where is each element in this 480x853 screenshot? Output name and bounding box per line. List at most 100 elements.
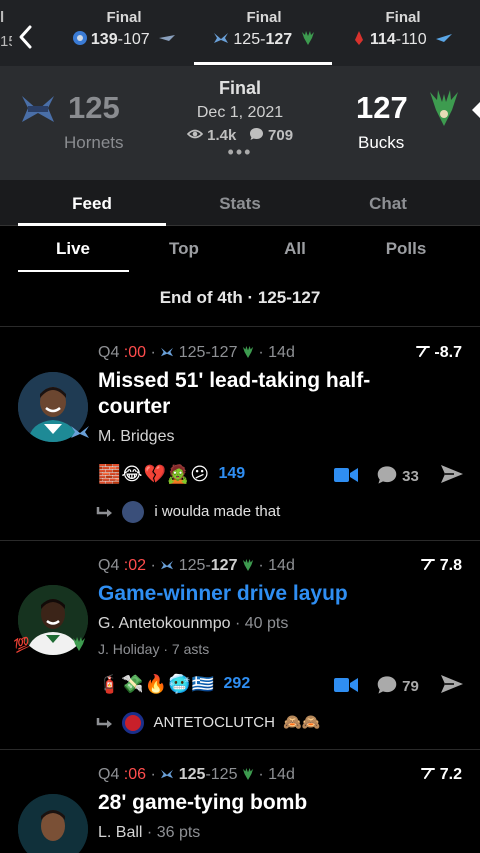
comment-count: 79 (402, 678, 419, 695)
subtab-top[interactable]: Top (129, 239, 239, 259)
game-chip-2[interactable]: Final 125-127 (194, 8, 334, 51)
share-send-icon[interactable] (440, 464, 464, 484)
play-score-a: 125 (178, 766, 206, 783)
games-strip: l 15 Final 139-107 Final 125-127 Final 1… (0, 0, 480, 66)
reply-text: ANTETOCLUTCH (153, 713, 275, 731)
win-prob-arrow-icon (421, 559, 436, 570)
top-reply[interactable]: ANTETOCLUTCH 🙈🙈 (96, 712, 320, 734)
reply-arrow-icon (96, 718, 112, 728)
tab-chat[interactable]: Chat (314, 194, 462, 214)
play-card[interactable]: Q4 :00 · 125-127 · 14d -8.7 Missed 51' l… (0, 344, 480, 538)
active-subtab-indicator (18, 270, 129, 272)
score-winner: 139 (90, 31, 118, 48)
subtab-live[interactable]: Live (18, 239, 128, 259)
play-quarter: Q4 (98, 766, 120, 783)
reactions-row[interactable]: 🧱😂💔🧟😕 149 (98, 462, 245, 486)
reply-text: i woulda made that (154, 502, 281, 520)
play-player[interactable]: L. Ball (98, 824, 142, 841)
top-reply[interactable]: i woulda made that (96, 501, 280, 523)
score-loser: 125 (233, 31, 261, 48)
video-camera-icon[interactable] (334, 467, 358, 483)
comment-count: 709 (268, 127, 294, 144)
more-options-icon[interactable]: ••• (170, 142, 310, 163)
play-context: Q4 :02 · 125-127 · 14d (98, 557, 295, 574)
assist-line[interactable]: J. Holiday · 7 asts (98, 641, 209, 657)
hornets-logo-icon (161, 769, 174, 779)
game-chip-3[interactable]: Final 114-110 (333, 8, 473, 51)
play-context: Q4 :00 · 125-127 · 14d (98, 344, 295, 361)
subtab-polls[interactable]: Polls (351, 239, 461, 259)
prev-game-score[interactable]: 15 (0, 31, 12, 53)
pelicans-logo-icon (159, 35, 176, 41)
tab-stats[interactable]: Stats (166, 194, 314, 214)
game-date: Dec 1, 2021 (196, 104, 284, 121)
rockets-logo-icon (354, 31, 363, 45)
play-player[interactable]: G. Antetokounmpo (98, 615, 231, 632)
play-title[interactable]: 28' game-tying bomb (98, 790, 428, 816)
hornets-logo-icon (161, 347, 174, 357)
back-chevron-icon[interactable] (16, 24, 36, 50)
player-avatar[interactable] (18, 794, 88, 853)
play-quarter: Q4 (98, 557, 120, 574)
player-stat: 36 pts (156, 824, 201, 841)
play-context: Q4 :06 · 125-125 · 14d (98, 766, 295, 783)
comment-bubble-icon (249, 128, 263, 140)
play-card[interactable]: Q4 :06 · 125-125 · 14d 7.2 28' game-tyin… (0, 766, 480, 853)
home-team-name[interactable]: Hornets (64, 133, 124, 153)
tab-feed[interactable]: Feed (18, 194, 166, 214)
mavericks-logo-icon (72, 31, 87, 45)
share-send-icon[interactable] (440, 674, 464, 694)
bucks-badge-icon (73, 637, 85, 651)
win-prob-arrow-icon (415, 346, 430, 357)
win-probability: 7.2 (439, 766, 462, 783)
win-prob-arrow-icon (421, 768, 436, 779)
commenter-avatar[interactable] (122, 501, 145, 523)
win-probability: 7.8 (439, 557, 462, 574)
divider (0, 540, 480, 541)
play-title[interactable]: Missed 51' lead-taking half-courter (98, 368, 428, 420)
play-card[interactable]: 💯 Q4 :02 · 125-127 · 14d 7.8 Game-winner… (0, 557, 480, 747)
score-loser: 110 (401, 31, 427, 48)
play-clock: :06 (123, 766, 147, 783)
score-winner: 114 (369, 31, 396, 48)
divider (0, 749, 480, 750)
game-header: 125 Hornets Final Dec 1, 2021 1.4k 709 •… (0, 66, 480, 180)
subtab-all[interactable]: All (240, 239, 350, 259)
game-status-block: Final Dec 1, 2021 1.4k 709 ••• (170, 78, 310, 163)
reactions-row[interactable]: 🧯💸🔥🥶🇬🇷 292 (98, 672, 250, 696)
feed-subtabs: Live Top All Polls (0, 226, 480, 272)
play-score-b: 125 (210, 766, 238, 783)
home-score: 125 (68, 90, 120, 125)
away-score: 127 (356, 90, 408, 125)
reaction-emojis[interactable]: 🧱😂💔🧟😕 (98, 464, 210, 484)
hornets-logo-icon (161, 560, 174, 570)
play-score-a: 125 (178, 344, 206, 361)
play-player[interactable]: M. Bridges (98, 428, 174, 446)
period-summary: End of 4th · 125-127 (159, 288, 321, 307)
play-age: 14d (268, 344, 295, 361)
prev-game-status[interactable]: l (0, 8, 12, 28)
next-game-peek[interactable] (472, 102, 480, 118)
play-clock: :02 (123, 557, 147, 574)
player-photo-icon (18, 794, 88, 853)
player-stat: 40 pts (244, 615, 289, 632)
hornets-badge-icon (71, 426, 89, 438)
game-final-label: Final (218, 78, 261, 98)
comment-bubble-icon (377, 676, 397, 694)
thunder-logo-icon (436, 34, 453, 42)
play-age: 14d (268, 557, 295, 574)
commenter-avatar[interactable] (122, 712, 145, 734)
score-winner: 127 (265, 31, 293, 48)
score-loser: 107 (122, 31, 150, 48)
win-probability: -8.7 (434, 344, 462, 361)
reaction-emojis[interactable]: 🧯💸🔥🥶🇬🇷 (98, 674, 215, 694)
play-title[interactable]: Game-winner drive layup (98, 581, 428, 607)
reply-arrow-icon (96, 507, 112, 517)
away-team-name[interactable]: Bucks (358, 133, 404, 153)
play-age: 14d (268, 766, 295, 783)
game-chip-1[interactable]: Final 139-107 (54, 8, 194, 51)
video-camera-icon[interactable] (334, 677, 358, 693)
bucks-logo-icon (242, 559, 254, 571)
play-score-b: 127 (210, 344, 238, 361)
play-score-b: 127 (210, 557, 238, 574)
